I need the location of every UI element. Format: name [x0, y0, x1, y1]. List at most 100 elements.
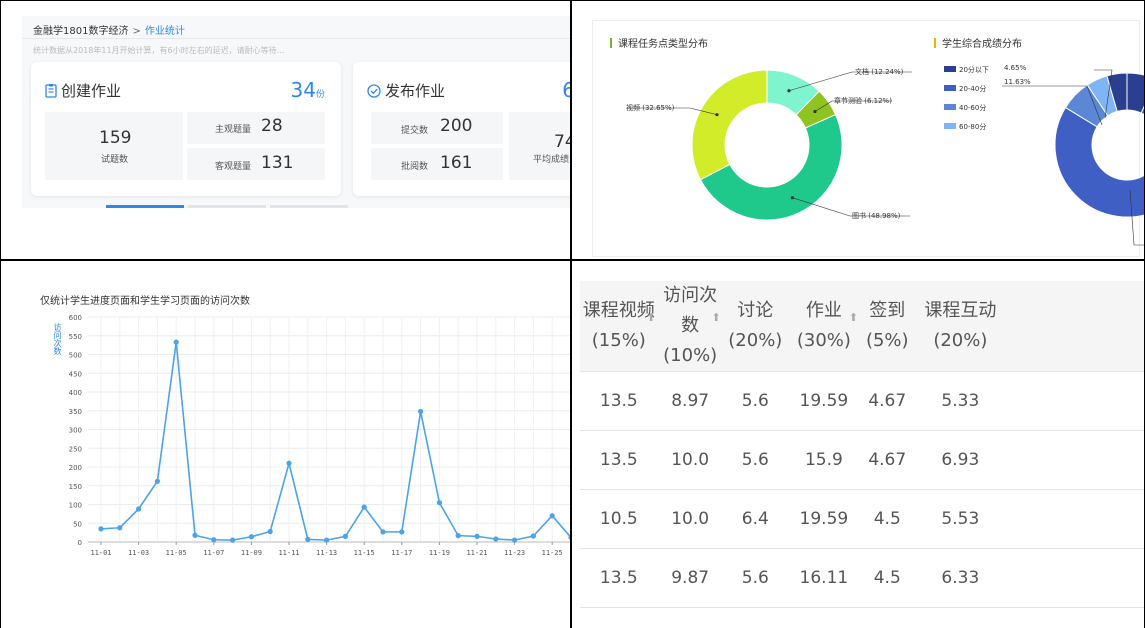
table-cell: 6.93: [914, 430, 1007, 490]
table-row: 13.5 9.87 5.6 16.11 4.5 6.33: [580, 548, 1145, 608]
y-tick-label: 600: [69, 314, 82, 322]
data-point[interactable]: [549, 513, 555, 519]
sort-arrow-icon[interactable]: ⬆: [646, 303, 655, 333]
publish-homework-count: 6: [562, 78, 570, 102]
table-cell: 13.5: [580, 430, 658, 490]
x-tick-label: 11-23: [504, 549, 525, 557]
table-row: 10.5 10.0 6.4 19.59 4.5 5.53: [580, 489, 1145, 549]
legend-swatch: [944, 104, 956, 110]
column-header[interactable]: 课程视频 (15%) ⬆: [580, 281, 658, 372]
table-cell-empty: [1006, 430, 1145, 490]
data-point[interactable]: [98, 526, 104, 532]
sort-arrow-icon[interactable]: ⬆: [849, 303, 858, 333]
x-tick-label: 11-21: [466, 549, 487, 557]
table-cell: 5.33: [914, 371, 1007, 431]
sort-arrow-icon[interactable]: ⬆: [712, 303, 721, 333]
legend-swatch: [944, 66, 956, 72]
data-point[interactable]: [380, 529, 386, 535]
column-header-name: 签到: [869, 300, 906, 321]
x-tick-label: 11-13: [316, 549, 337, 557]
stats-notice: 统计数据从2018年11月开始计算，有6小时左右的延迟，请耐心等待...: [33, 46, 285, 55]
data-point[interactable]: [136, 506, 142, 512]
x-tick-label: 11-25: [542, 549, 563, 557]
table-cell: 4.5: [859, 548, 915, 608]
questions-label: 试题数: [101, 155, 129, 165]
tab-indicator-active[interactable]: [106, 205, 184, 208]
score-table-panel: 课程视频 (15%) ⬆ 访问次数 (10%) ⬆ 讨论 (20%) 作业 (30%) ⬆ 签到 (5%…: [572, 261, 1145, 628]
data-point[interactable]: [342, 533, 348, 539]
check-circle-icon: [367, 84, 381, 102]
data-point[interactable]: [117, 525, 123, 531]
publish-homework-label: 发布作业: [385, 82, 446, 100]
table-cell-empty: [1006, 489, 1145, 549]
grid-line-middle: [0, 259, 1145, 261]
x-tick-label: 11-01: [90, 549, 111, 557]
data-point[interactable]: [154, 478, 160, 484]
column-header[interactable]: 访问次数 (10%) ⬆: [657, 281, 723, 372]
data-point[interactable]: [399, 529, 405, 535]
visits-line-chart: 0 50 100 150 200 250 300 350 400 450 500 550 600 11-0…: [69, 314, 570, 557]
score-pie-slice[interactable]: [1054, 106, 1145, 218]
column-header[interactable]: 作业 (30%) ⬆: [787, 281, 860, 372]
table-cell: 9.87: [657, 548, 723, 608]
data-point[interactable]: [248, 534, 254, 540]
submit-label: 提交数: [401, 126, 429, 136]
data-point[interactable]: [361, 504, 367, 510]
data-point[interactable]: [211, 537, 217, 543]
objective-cell: [187, 148, 325, 180]
data-point[interactable]: [530, 533, 537, 539]
questions-count: 159: [99, 128, 132, 148]
table-cell: 10.0: [657, 489, 723, 549]
breadcrumb-current: 作业统计: [144, 26, 185, 37]
score-pie-slice[interactable]: [1126, 72, 1145, 114]
data-point[interactable]: [267, 528, 273, 535]
data-point[interactable]: [436, 500, 442, 506]
table-cell: 8.97: [657, 371, 723, 431]
legend-below-20[interactable]: 20分以下: [944, 65, 989, 75]
data-point[interactable]: [286, 460, 292, 466]
legend-40-60[interactable]: 40-60分: [944, 103, 986, 113]
table-cell: 19.59: [787, 371, 860, 431]
data-point[interactable]: [324, 537, 330, 543]
y-tick-label: 450: [69, 370, 82, 378]
legend-label: 60-80分: [959, 123, 987, 131]
data-point[interactable]: [474, 533, 480, 539]
table-cell: 13.5: [580, 548, 658, 608]
column-header-empty: [1006, 281, 1145, 372]
table-cell: 6.33: [914, 548, 1007, 608]
submit-cell: [371, 112, 503, 144]
publish-homework-title: 发布作业: [367, 80, 445, 102]
data-point[interactable]: [493, 536, 499, 542]
grid-line-top: [0, 0, 1145, 1]
breadcrumb: 金融学1801数字经济 > 作业统计: [33, 22, 185, 37]
y-tick-label: 150: [69, 483, 82, 491]
create-homework-title: 创建作业: [45, 80, 121, 102]
legend-20-40[interactable]: 20-40分: [944, 84, 986, 94]
review-label: 批阅数: [401, 162, 429, 172]
x-tick-label: 11-09: [241, 549, 262, 557]
data-point[interactable]: [418, 408, 424, 415]
tab-indicator[interactable]: [188, 205, 266, 208]
average-label: 平均成绩: [533, 155, 570, 165]
submit-count: 200: [440, 116, 473, 136]
data-point[interactable]: [305, 536, 311, 542]
table-cell-empty: [1006, 548, 1145, 608]
data-point[interactable]: [173, 339, 179, 345]
score-label-b: 11.63%: [1004, 78, 1031, 86]
breadcrumb-class[interactable]: 金融学1801数字经济: [33, 26, 128, 37]
legend-60-80[interactable]: 60-80分: [944, 122, 986, 132]
tab-indicator[interactable]: [270, 205, 348, 208]
y-tick-label: 0: [78, 539, 82, 547]
table-cell: 16.11: [787, 548, 860, 608]
table-cell: 5.6: [722, 430, 788, 490]
data-point[interactable]: [511, 537, 518, 543]
score-table: 课程视频 (15%) ⬆ 访问次数 (10%) ⬆ 讨论 (20%) 作业 (30%) ⬆ 签到 (5%…: [580, 281, 1145, 608]
y-tick-label: 200: [69, 464, 82, 472]
table-row: 13.5 10.0 5.6 15.9 4.67 6.93: [580, 430, 1145, 490]
pie-slice-video[interactable]: [691, 69, 768, 181]
review-cell: [371, 148, 503, 180]
data-point[interactable]: [192, 532, 198, 538]
column-header-name: 课程互动: [924, 300, 997, 321]
data-point[interactable]: [455, 533, 461, 539]
data-point[interactable]: [230, 537, 236, 543]
